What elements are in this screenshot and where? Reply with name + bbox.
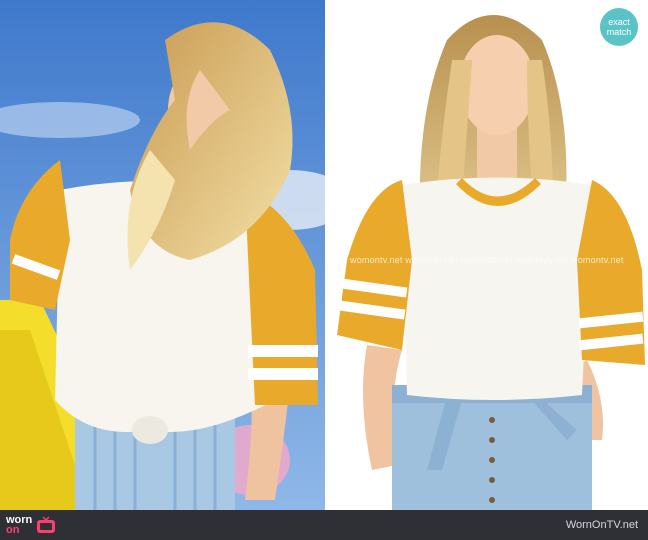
site-url[interactable]: WornOnTV.net [566,519,638,531]
footer-bar: worn on WornOnTV.net [0,510,648,540]
exact-match-badge: exact match [600,8,638,46]
watermark-text: womontv.net womontv.net womontv.net womo… [350,255,624,265]
episode-still-photo [0,0,325,510]
badge-line-2: match [606,27,632,37]
logo-text-on: on [6,524,20,536]
wornontv-logo[interactable]: worn on [6,515,56,536]
tv-icon [37,516,56,533]
badge-line-1: exact [608,17,630,27]
